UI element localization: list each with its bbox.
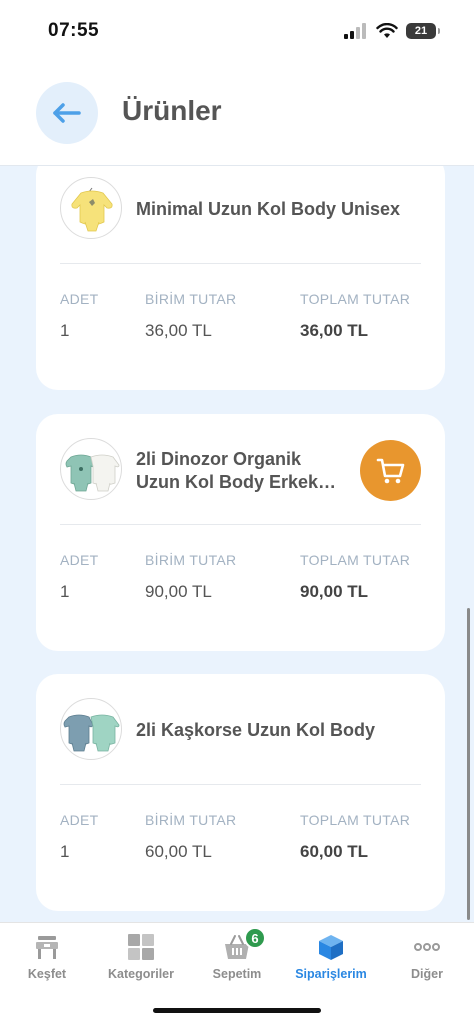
- yellow-body-image: [71, 187, 113, 232]
- total-value: 90,00 TL: [300, 582, 369, 601]
- qty-label: ADET: [60, 291, 99, 307]
- discover-icon: [32, 933, 62, 961]
- divider: [60, 263, 421, 264]
- tab-sepetim[interactable]: 6 Sepetim: [190, 923, 284, 993]
- tab-kesfet[interactable]: Keşfet: [0, 923, 94, 993]
- grid-icon: [126, 933, 156, 961]
- unit-price-value: 36,00 TL: [145, 321, 212, 340]
- product-name-line: Minimal Uzun Kol Body Unisex: [136, 199, 401, 219]
- product-name: 2li Dinozor Organik Uzun Kol Body Erkek…: [136, 448, 336, 494]
- scrollbar[interactable]: [467, 608, 470, 920]
- product-name-line: 2li Kaşkorse Uzun Kol Body: [136, 720, 376, 740]
- qty-value: 1: [60, 842, 70, 861]
- battery-level: 21: [414, 25, 428, 37]
- status-time: 07:55: [48, 20, 100, 41]
- qty-label: ADET: [60, 552, 99, 568]
- tab-label: Keşfet: [27, 967, 67, 981]
- product-thumbnail: [60, 438, 122, 500]
- qty-label: ADET: [60, 812, 99, 828]
- unit-price-value: 90,00 TL: [145, 582, 212, 601]
- product-card[interactable]: Minimal Uzun Kol Body Unisex ADET BİRİM …: [36, 166, 445, 390]
- battery-icon: 21: [406, 23, 440, 39]
- product-name: Minimal Uzun Kol Body Unisex: [136, 198, 400, 221]
- tab-label: Kategoriler: [108, 967, 174, 981]
- tab-label: Diğer: [411, 967, 443, 981]
- product-list[interactable]: Minimal Uzun Kol Body Unisex ADET BİRİM …: [0, 166, 474, 922]
- signal-icon: [344, 23, 366, 39]
- box-icon: [316, 933, 346, 961]
- tab-diger[interactable]: Diğer: [380, 923, 474, 993]
- home-indicator: [153, 1008, 321, 1013]
- product-card[interactable]: 2li Kaşkorse Uzun Kol Body ADET BİRİM TU…: [36, 674, 445, 911]
- total-value: 60,00 TL: [300, 842, 369, 861]
- divider: [60, 784, 421, 785]
- product-name-line: 2li Dinozor Organik: [136, 449, 302, 469]
- header: Ürünler: [0, 62, 474, 166]
- total-label: TOPLAM TUTAR: [300, 812, 411, 828]
- dino-body-set-image: [65, 454, 120, 492]
- tab-label: Siparişlerim: [295, 967, 367, 981]
- cart-count-badge: 6: [244, 927, 266, 949]
- unit-price-label: BİRİM TUTAR: [145, 552, 237, 568]
- unit-price-label: BİRİM TUTAR: [145, 812, 237, 828]
- total-label: TOPLAM TUTAR: [300, 291, 411, 307]
- more-icon: [412, 933, 442, 961]
- status-bar: 07:55 21: [0, 0, 474, 62]
- product-thumbnail: [60, 177, 122, 239]
- wifi-icon: [376, 23, 398, 38]
- product-name-line: Uzun Kol Body Erkek…: [136, 472, 337, 492]
- back-button[interactable]: [36, 82, 98, 144]
- arrow-left-icon: [53, 103, 81, 123]
- add-to-cart-button[interactable]: [360, 440, 421, 501]
- tab-label: Sepetim: [212, 967, 262, 981]
- tab-siparislerim[interactable]: Siparişlerim: [284, 923, 378, 993]
- total-value: 36,00 TL: [300, 321, 369, 340]
- page-title: Ürünler: [122, 95, 222, 126]
- product-name: 2li Kaşkorse Uzun Kol Body: [136, 719, 375, 742]
- product-card[interactable]: 2li Dinozor Organik Uzun Kol Body Erkek……: [36, 414, 445, 651]
- basket-icon: 6: [222, 927, 266, 961]
- status-icons: 21: [344, 23, 440, 39]
- tab-kategoriler[interactable]: Kategoriler: [94, 923, 188, 993]
- kaskorse-body-set-image: [63, 714, 120, 752]
- qty-value: 1: [60, 321, 70, 340]
- unit-price-label: BİRİM TUTAR: [145, 291, 237, 307]
- total-label: TOPLAM TUTAR: [300, 552, 411, 568]
- divider: [60, 524, 421, 525]
- product-thumbnail: [60, 698, 122, 760]
- cart-icon: [376, 458, 404, 483]
- qty-value: 1: [60, 582, 70, 601]
- unit-price-value: 60,00 TL: [145, 842, 212, 861]
